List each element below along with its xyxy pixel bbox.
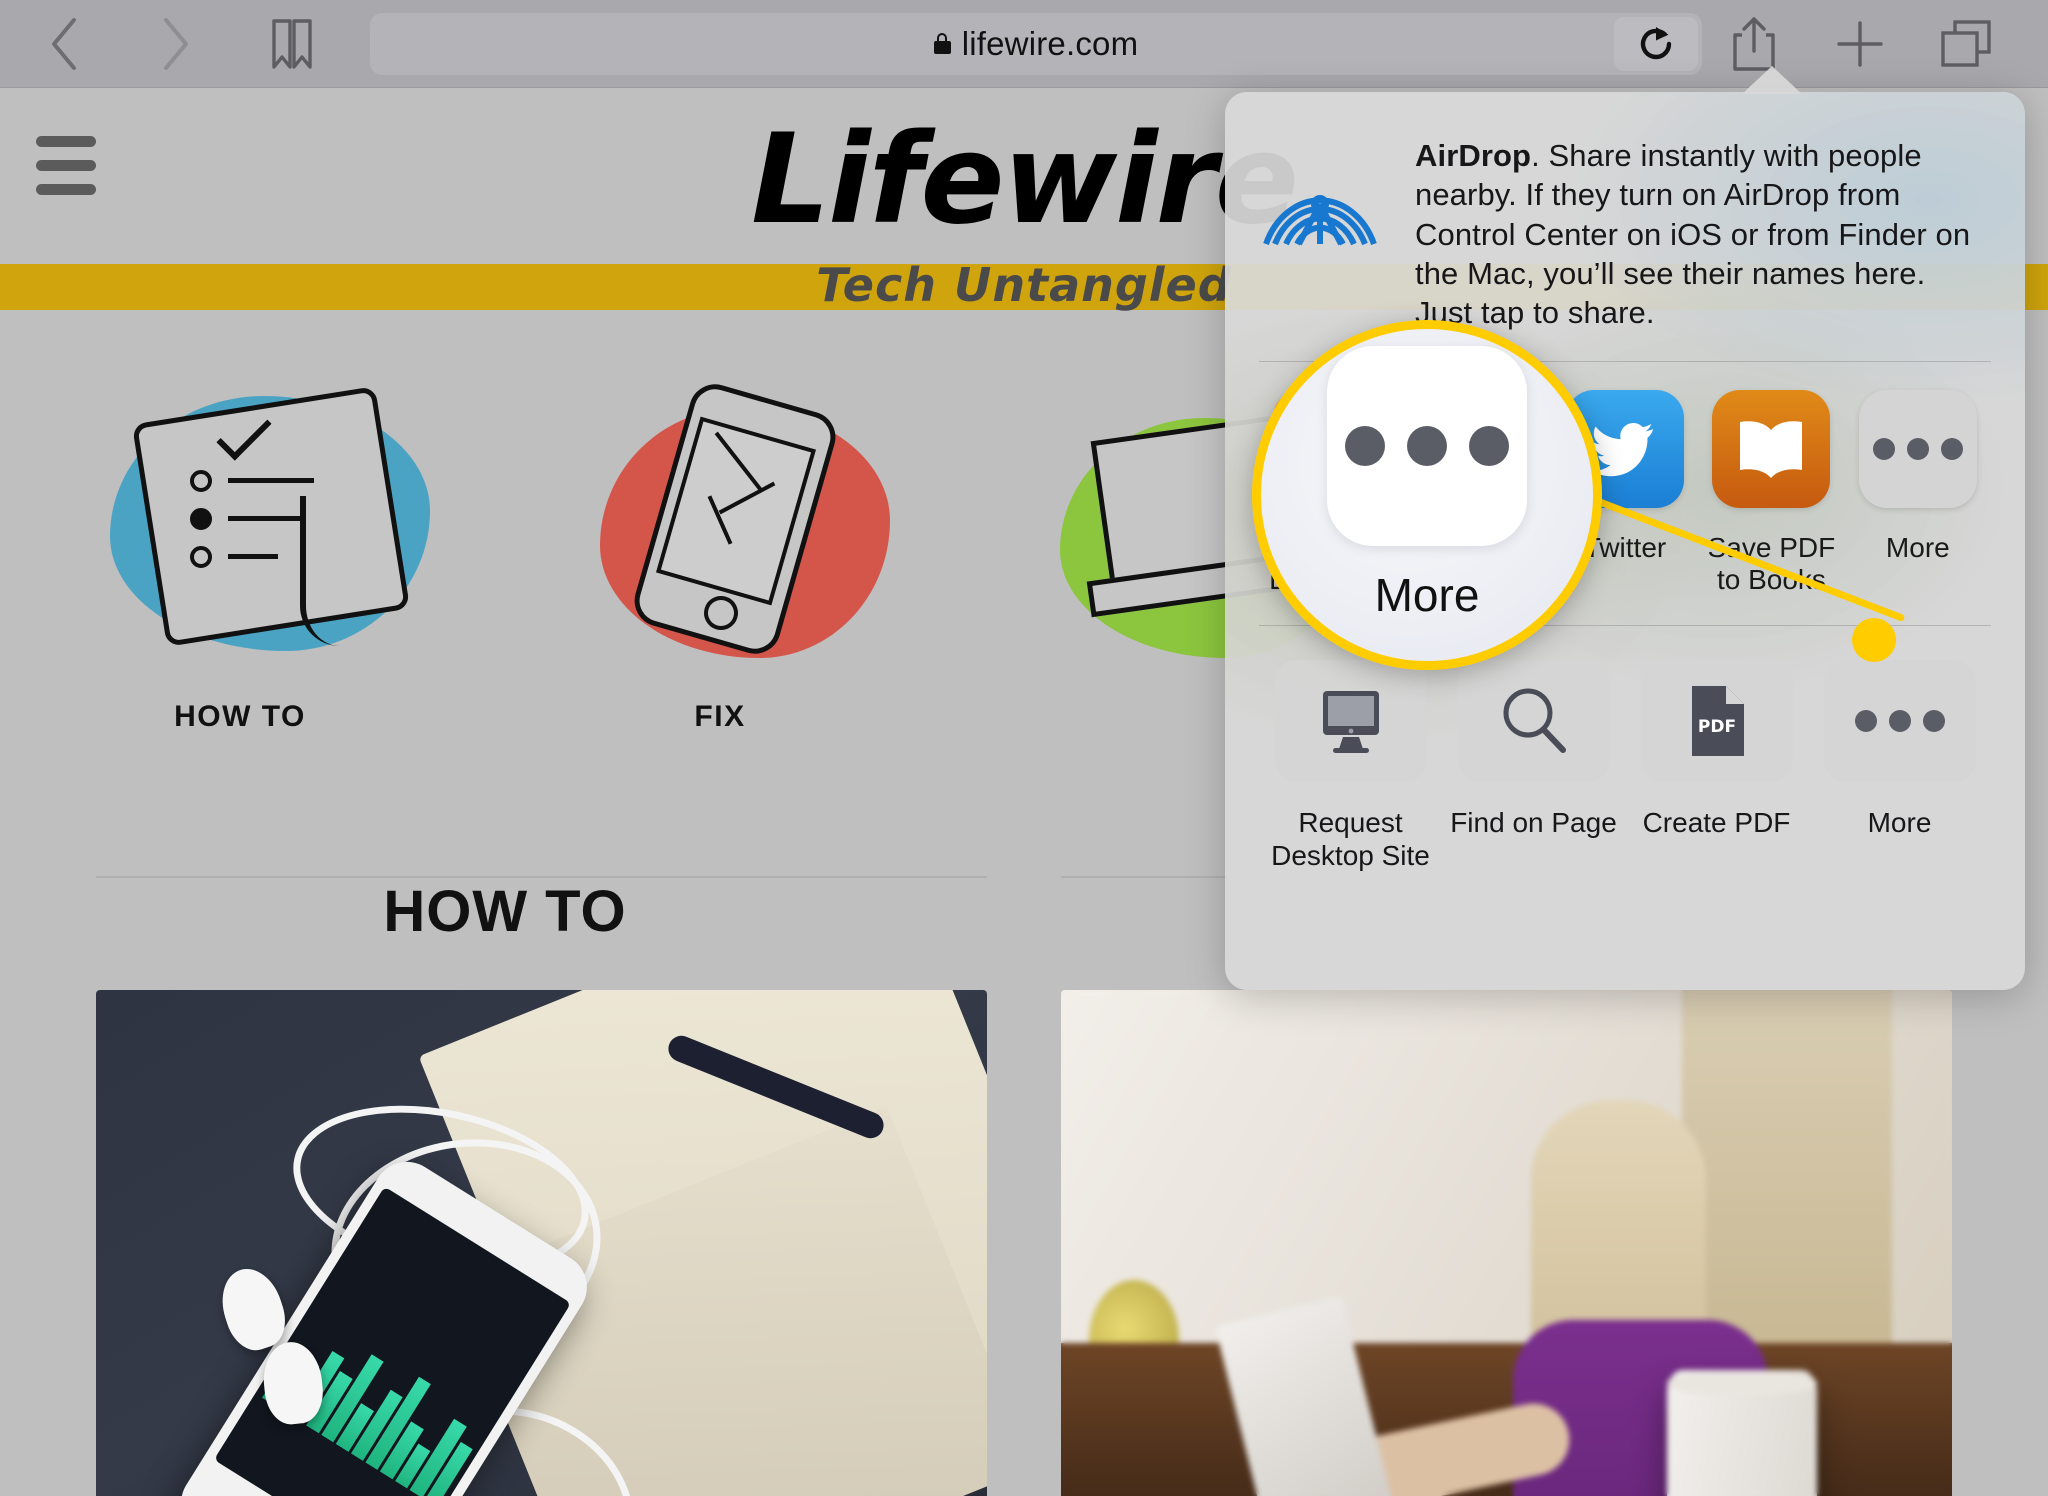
back-chevron-icon[interactable] bbox=[34, 14, 94, 74]
callout-target-dot bbox=[1852, 618, 1896, 662]
share-app-more[interactable]: More bbox=[1845, 389, 1991, 597]
category-label: HOW TO bbox=[174, 700, 306, 733]
screenshot-root: Lifewire Tech Untangled HOW TO FIX HOW T… bbox=[0, 0, 2048, 1496]
share-action-label: More bbox=[1867, 806, 1932, 838]
plus-icon[interactable] bbox=[1830, 14, 1890, 74]
share-action-more[interactable]: More bbox=[1808, 659, 1991, 873]
more-dots-icon bbox=[1823, 659, 1976, 782]
pdf-document-icon: PDF bbox=[1640, 659, 1793, 782]
share-actions-row: Request Desktop Site Find on Page PDF Cr… bbox=[1225, 626, 2025, 913]
browser-toolbar: lifewire.com bbox=[0, 0, 2048, 88]
card-divider bbox=[96, 876, 987, 878]
tabs-icon[interactable] bbox=[1936, 14, 1996, 74]
share-app-label: More bbox=[1885, 531, 1950, 563]
svg-text:PDF: PDF bbox=[1697, 717, 1735, 737]
magnified-more-button-callout: More bbox=[1252, 320, 1602, 670]
article-card[interactable]: ARTICLE bbox=[96, 868, 987, 1496]
category-fix[interactable]: FIX bbox=[480, 378, 960, 734]
article-image bbox=[96, 990, 987, 1496]
share-icon[interactable] bbox=[1724, 14, 1784, 74]
share-action-request-desktop-site[interactable]: Request Desktop Site bbox=[1259, 659, 1442, 873]
url-text: lifewire.com bbox=[961, 24, 1139, 62]
address-bar-content: lifewire.com bbox=[933, 24, 1139, 63]
cracked-phone-icon bbox=[480, 378, 960, 678]
share-action-label: Create PDF bbox=[1642, 806, 1791, 838]
reload-icon[interactable] bbox=[1614, 16, 1698, 71]
share-action-create-pdf[interactable]: PDF Create PDF bbox=[1625, 659, 1808, 873]
more-dots-icon bbox=[1858, 389, 1977, 508]
desktop-monitor-icon bbox=[1274, 659, 1427, 782]
share-action-label: Find on Page bbox=[1450, 806, 1617, 838]
lock-icon bbox=[933, 33, 951, 54]
airdrop-icon bbox=[1259, 140, 1381, 262]
share-action-find-on-page[interactable]: Find on Page bbox=[1442, 659, 1625, 873]
address-bar[interactable]: lifewire.com bbox=[370, 12, 1702, 75]
article-image bbox=[1061, 990, 1952, 1496]
share-action-label: Request Desktop Site bbox=[1271, 806, 1430, 872]
share-sheet-caret bbox=[1742, 66, 1802, 94]
airdrop-section[interactable]: AirDrop. Share instantly with people nea… bbox=[1225, 92, 2025, 355]
category-label: FIX bbox=[694, 700, 746, 733]
magnifying-glass-icon bbox=[1457, 659, 1610, 782]
books-icon bbox=[1712, 389, 1831, 508]
tablet-checklist-icon bbox=[0, 378, 480, 678]
magnified-label: More bbox=[1374, 569, 1480, 621]
category-how-to[interactable]: HOW TO bbox=[0, 378, 480, 734]
toolbar-right-actions bbox=[1724, 14, 1996, 74]
bookmarks-icon[interactable] bbox=[262, 14, 322, 74]
forward-chevron-icon[interactable] bbox=[146, 14, 206, 74]
airdrop-description: AirDrop. Share instantly with people nea… bbox=[1415, 136, 1987, 333]
more-dots-icon bbox=[1327, 346, 1527, 546]
airdrop-title: AirDrop bbox=[1415, 138, 1532, 173]
